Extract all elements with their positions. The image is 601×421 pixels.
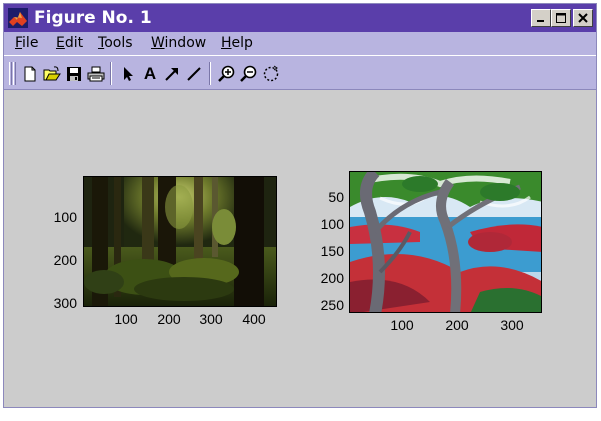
arrow-tool-button[interactable] xyxy=(161,63,183,85)
axes-1-image[interactable] xyxy=(83,176,277,307)
maximize-button[interactable] xyxy=(551,9,571,27)
arrow-insert-icon xyxy=(165,68,178,81)
window-title: Figure No. 1 xyxy=(34,8,152,28)
print-icon xyxy=(87,66,105,82)
title-bar[interactable]: Figure No. 1 xyxy=(4,4,596,32)
open-button[interactable] xyxy=(41,63,63,85)
toolbar: A xyxy=(4,55,596,90)
xtick-label: 400 xyxy=(242,311,266,327)
zoom-out-button[interactable] xyxy=(238,63,260,85)
minimize-button[interactable] xyxy=(531,9,551,27)
xtick-label: 300 xyxy=(199,311,223,327)
zoom-in-icon xyxy=(218,65,235,82)
xtick-label: 100 xyxy=(390,317,414,333)
forest-image xyxy=(84,177,276,306)
ytick-label: 100 xyxy=(320,216,344,232)
menu-tools[interactable]: Tools xyxy=(98,35,133,51)
menu-edit[interactable]: Edit xyxy=(56,35,83,51)
xtick-label: 200 xyxy=(157,311,181,327)
zoom-out-icon xyxy=(240,65,257,82)
xtick-label: 300 xyxy=(500,317,524,333)
minimize-icon xyxy=(537,20,544,22)
toolbar-separator-2 xyxy=(209,62,211,85)
rotate-icon xyxy=(263,65,279,82)
save-button[interactable] xyxy=(63,63,85,85)
ytick-label: 150 xyxy=(320,243,344,259)
text-tool-button[interactable]: A xyxy=(139,63,161,85)
maximize-icon xyxy=(556,13,566,23)
save-icon xyxy=(67,67,81,81)
rotate-button[interactable] xyxy=(260,63,282,85)
ytick-label: 200 xyxy=(53,252,77,268)
axes-2-image[interactable] xyxy=(349,171,542,313)
line-insert-icon xyxy=(187,67,201,81)
ytick-label: 100 xyxy=(53,209,77,225)
zoom-in-button[interactable] xyxy=(216,63,238,85)
close-button[interactable] xyxy=(573,9,593,27)
text-insert-icon: A xyxy=(143,64,157,83)
line-tool-button[interactable] xyxy=(183,63,205,85)
new-figure-button[interactable] xyxy=(19,63,41,85)
toolbar-grip-2[interactable] xyxy=(13,62,16,85)
menu-help[interactable]: Help xyxy=(221,35,253,51)
menu-file[interactable]: File xyxy=(15,35,38,51)
menu-bar: File Edit Tools Window Help xyxy=(4,32,596,55)
print-button[interactable] xyxy=(85,63,107,85)
figure-window: Figure No. 1 File Edit Tools Window Help xyxy=(3,3,597,408)
ytick-label: 300 xyxy=(53,295,77,311)
xtick-label: 200 xyxy=(445,317,469,333)
ytick-label: 50 xyxy=(328,189,344,205)
xtick-label: 100 xyxy=(114,311,138,327)
toolbar-separator xyxy=(110,62,112,85)
arrow-select-icon xyxy=(124,67,133,81)
new-file-icon xyxy=(24,66,36,82)
open-folder-icon xyxy=(43,66,61,81)
toolbar-grip[interactable] xyxy=(9,62,12,85)
painting-image xyxy=(350,172,541,312)
close-icon xyxy=(578,13,588,23)
matlab-logo-icon xyxy=(8,8,28,28)
ytick-label: 250 xyxy=(320,297,344,313)
ytick-label: 200 xyxy=(320,270,344,286)
menu-window[interactable]: Window xyxy=(151,35,206,51)
select-tool-button[interactable] xyxy=(117,63,139,85)
